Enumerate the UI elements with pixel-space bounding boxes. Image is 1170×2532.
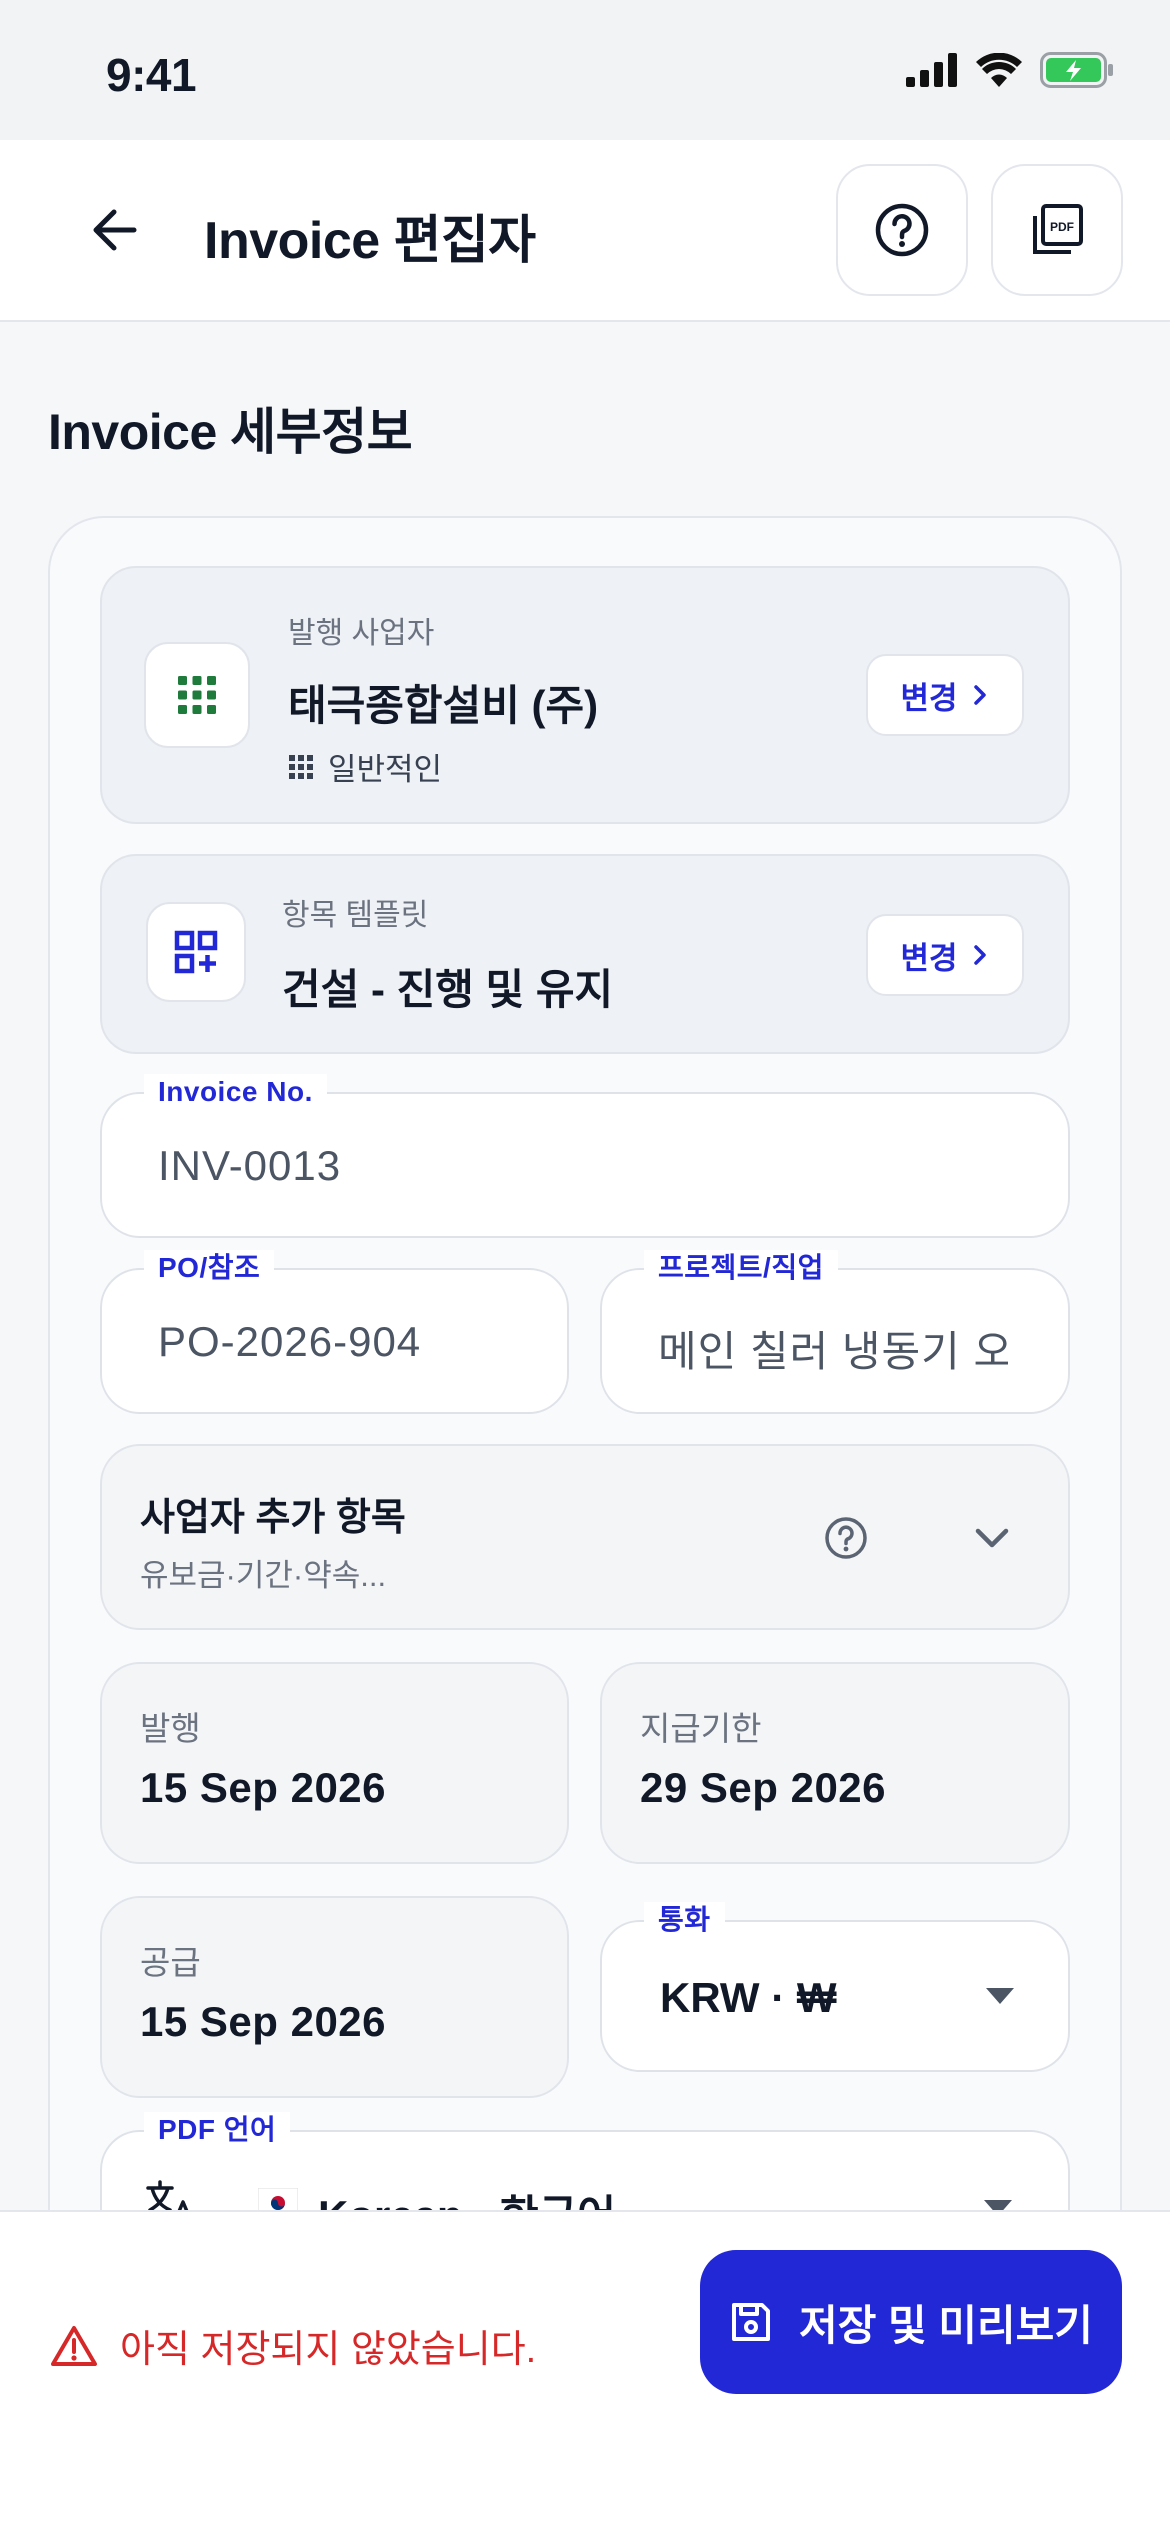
battery-icon (1040, 52, 1113, 88)
bottom-action-bar: 아직 저장되지 않았습니다. 저장 및 미리보기 (0, 2210, 1170, 2532)
template-card[interactable]: 항목 템플릿 건설 - 진행 및 유지 변경 (100, 854, 1070, 1054)
issuer-logo (144, 642, 250, 748)
wifi-icon (976, 53, 1022, 87)
pdf-language-label: PDF 언어 (144, 2112, 291, 2148)
issue-date-box[interactable]: 발행 15 Sep 2026 (100, 1662, 569, 1864)
extras-subtitle: 유보금·기간·약속... (140, 1558, 387, 1593)
currency-value: KRW · ₩ (660, 1974, 837, 2021)
due-date-label: 지급기한 (640, 1710, 762, 1747)
project-label: 프로젝트/직업 (644, 1250, 838, 1286)
issuer-change-button[interactable]: 변경 (866, 654, 1024, 736)
issue-date-label: 발행 (140, 1710, 201, 1747)
issuer-change-label: 변경 (900, 680, 958, 716)
po-reference-field[interactable]: PO/참조 PO-2026-904 (100, 1250, 569, 1414)
project-value[interactable]: 메인 칠러 냉동기 오버홀 (658, 1318, 1008, 1379)
issuer-type: 일반적인 (288, 744, 442, 789)
template-icon-box (146, 902, 246, 1002)
template-change-label: 변경 (900, 940, 958, 976)
unsaved-warning: 아직 저장되지 않았습니다. (50, 2318, 536, 2373)
project-field[interactable]: 프로젝트/직업 메인 칠러 냉동기 오버홀 (600, 1250, 1070, 1414)
app-bar: Invoice 편집자 PDF (0, 140, 1170, 322)
due-date-box[interactable]: 지급기한 29 Sep 2026 (600, 1662, 1070, 1864)
chevron-right-icon (973, 685, 986, 705)
supply-date-box[interactable]: 공급 15 Sep 2026 (100, 1896, 569, 2098)
save-preview-button[interactable]: 저장 및 미리보기 (700, 2250, 1122, 2394)
grid-icon (178, 676, 216, 714)
issuer-card[interactable]: 발행 사업자 태극종합설비 (주) 일반적인 변경 (100, 566, 1070, 824)
template-name: 건설 - 진행 및 유지 (282, 966, 614, 1013)
add-template-icon (174, 930, 218, 974)
chevron-right-icon (973, 945, 986, 965)
page-title: Invoice 편집자 (204, 212, 536, 270)
status-bar: 9:41 (0, 0, 1170, 140)
warning-icon (51, 2325, 97, 2366)
due-date-value: 29 Sep 2026 (640, 1764, 887, 1811)
invoice-number-field[interactable]: Invoice No. INV-0013 (100, 1074, 1070, 1238)
section-title: Invoice 세부정보 (48, 404, 413, 460)
issuer-name: 태극종합설비 (주) (288, 682, 599, 729)
business-extras-accordion[interactable]: 사업자 추가 항목 유보금·기간·약속... (100, 1444, 1070, 1630)
dropdown-caret-icon (986, 1988, 1014, 2004)
signal-icon (906, 53, 957, 87)
po-reference-value[interactable]: PO-2026-904 (158, 1318, 421, 1366)
help-button[interactable] (836, 164, 968, 296)
pdf-button[interactable]: PDF (991, 164, 1123, 296)
status-icons (906, 52, 1114, 88)
extras-title: 사업자 추가 항목 (140, 1497, 406, 1539)
supply-date-label: 공급 (140, 1944, 201, 1981)
save-icon (732, 2303, 771, 2341)
invoice-number-label: Invoice No. (144, 1074, 327, 1110)
back-arrow-icon[interactable] (84, 198, 148, 262)
chevron-down-icon[interactable] (972, 1520, 1012, 1556)
save-preview-label: 저장 및 미리보기 (799, 2301, 1093, 2349)
extras-help-icon[interactable] (824, 1516, 868, 1560)
issuer-label: 발행 사업자 (288, 617, 435, 650)
pdf-icon-text: PDF (1050, 220, 1074, 234)
help-icon (875, 203, 929, 257)
currency-label: 통화 (644, 1902, 725, 1938)
issue-date-value: 15 Sep 2026 (140, 1764, 387, 1811)
status-time: 9:41 (106, 49, 197, 101)
currency-select[interactable]: 통화 KRW · ₩ (600, 1902, 1070, 2072)
supply-date-value: 15 Sep 2026 (140, 1998, 387, 2045)
invoice-number-value[interactable]: INV-0013 (158, 1142, 341, 1190)
unsaved-text: 아직 저장되지 않았습니다. (120, 2329, 537, 2371)
apps-small-icon (289, 754, 313, 779)
issuer-type-text: 일반적인 (328, 752, 443, 787)
pdf-icon: PDF (1033, 204, 1083, 254)
po-reference-label: PO/참조 (144, 1250, 275, 1286)
template-change-button[interactable]: 변경 (866, 914, 1024, 996)
template-label: 항목 템플릿 (282, 899, 429, 932)
